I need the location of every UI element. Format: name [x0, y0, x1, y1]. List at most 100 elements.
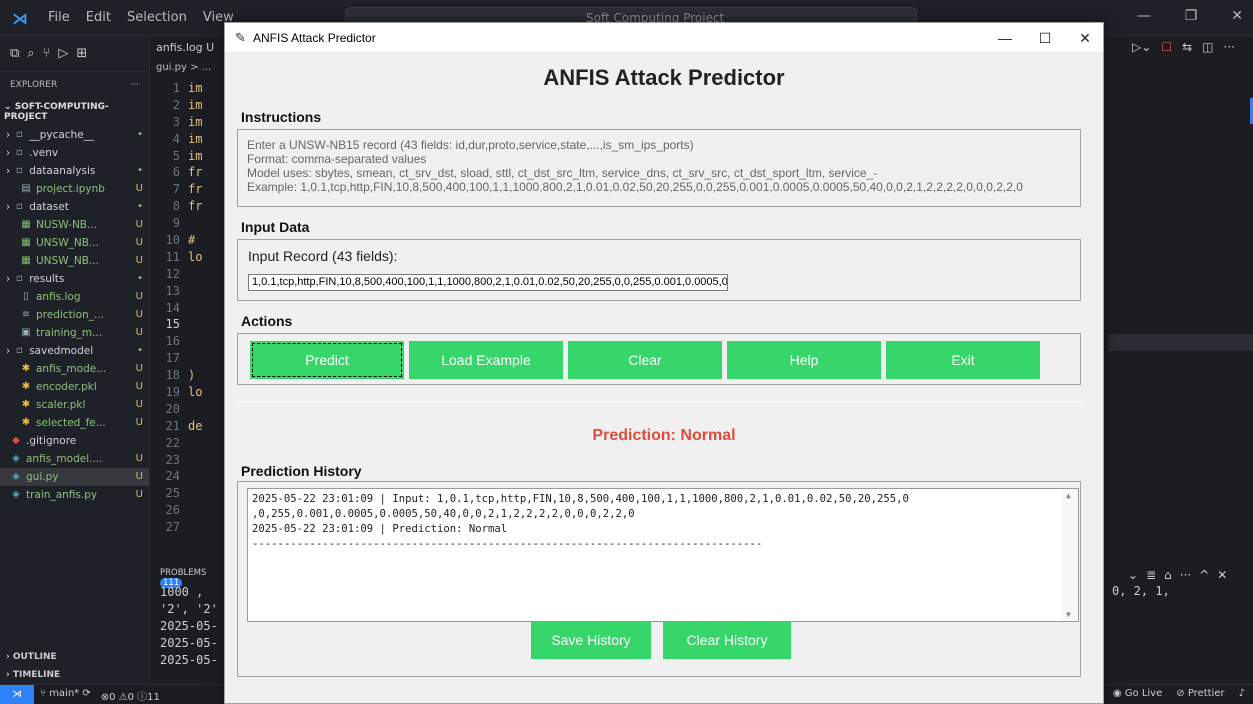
separator — [237, 401, 1085, 402]
minimize-button[interactable]: — — [985, 23, 1025, 53]
tree-item-label: encoder.pkl — [36, 381, 97, 393]
panel-actions: ⌄ ≣ ⌂ ··· ^ ✕ — [1108, 566, 1253, 584]
tree-item-label: savedmodel — [29, 345, 94, 357]
more-icon[interactable]: ··· — [1223, 40, 1234, 58]
tree-item[interactable]: › ▫ results • — [0, 270, 149, 288]
chevron-icon: › — [6, 345, 11, 357]
tree-item[interactable]: ▤ project.ipynb U — [0, 180, 149, 198]
timeline-section[interactable]: › TIMELINE — [0, 666, 150, 684]
restore-icon[interactable]: ❐ — [1185, 8, 1198, 24]
chevron-icon: › — [6, 273, 11, 285]
scroll-up-icon[interactable]: ▲ — [1066, 491, 1071, 500]
notebook-icon: ▤ — [21, 183, 31, 194]
tree-item[interactable]: › ▫ .venv — [0, 144, 149, 162]
close-icon[interactable]: ✕ — [1217, 568, 1227, 584]
tree-item[interactable]: ✱ scaler.pkl U — [0, 396, 149, 414]
code-editor[interactable]: 1 im 2 im 3 im 4 im 5 im 6 fr 7 fr 8 fr 9 10 #11 lo 12 13 14 15… — [150, 80, 230, 560]
branch-status[interactable]: ⑂ main* ⟳ — [40, 688, 91, 703]
terminal-output: 1000 , '2', '2' 2025-05- 2025-05- 2025-05- — [150, 584, 230, 669]
load-example-button[interactable]: Load Example — [409, 341, 563, 379]
csv-icon: ▦ — [21, 237, 31, 248]
tree-item[interactable]: ◈ anfis_model.... U — [0, 450, 149, 468]
sidebar-bottom-sections: › OUTLINE › TIMELINE — [0, 648, 150, 684]
tree-item[interactable]: ≡ prediction_... U — [0, 306, 149, 324]
code-line: 26 — [150, 502, 230, 519]
predict-button[interactable]: Predict — [250, 341, 404, 379]
run-icon[interactable]: ▷⌄ — [1132, 40, 1151, 58]
input-data-box: Input Record (43 fields): 1,0.1,tcp,http… — [237, 239, 1081, 301]
text-icon: ≡ — [21, 309, 31, 320]
editor-tab[interactable]: anfis.log U — [150, 36, 230, 58]
project-root[interactable]: ⌄ SOFT-COMPUTING-PROJECT — [0, 98, 149, 126]
list-icon[interactable]: ≣ — [1146, 568, 1156, 584]
tree-item[interactable]: ✱ selected_fe... U — [0, 414, 149, 432]
scroll-down-icon[interactable]: ▼ — [1066, 610, 1071, 619]
help-button[interactable]: Help — [727, 341, 881, 379]
tree-item[interactable]: › ▫ dataanalysis • — [0, 162, 149, 180]
tree-item[interactable]: › ▫ savedmodel • — [0, 342, 149, 360]
tree-item[interactable]: ▦ UNSW_NB... U — [0, 252, 149, 270]
line-number: 10 — [165, 233, 180, 248]
bell-icon[interactable]: ♪ — [1239, 688, 1245, 699]
split-icon[interactable]: ◫ — [1202, 40, 1213, 58]
minimize-icon[interactable]: — — [1137, 8, 1151, 24]
clear-button[interactable]: Clear — [568, 341, 722, 379]
remote-icon[interactable]: ⋊ — [0, 685, 34, 704]
chevron-down-icon[interactable]: ⌄ — [1128, 568, 1138, 584]
files-icon[interactable]: ⧉ — [10, 46, 19, 61]
git-status-badge: U — [135, 471, 143, 482]
save-history-button[interactable]: Save History — [531, 621, 651, 659]
tree-item-label: dataset — [29, 201, 69, 213]
history-text-area[interactable]: 2025-05-22 23:01:09 | Input: 1,0.1,tcp,h… — [247, 488, 1079, 622]
git-status-badge: • — [137, 273, 143, 284]
menu-edit[interactable]: Edit — [86, 10, 111, 25]
instructions-text: Enter a UNSW-NB15 record (43 fields: id,… — [238, 130, 1080, 194]
clear-history-button[interactable]: Clear History — [663, 621, 791, 659]
more-icon[interactable]: ··· — [130, 80, 139, 90]
tree-item-label: NUSW-NB... — [36, 219, 98, 231]
close-button[interactable]: ✕ — [1065, 23, 1105, 53]
folder-icon: ▫ — [15, 147, 23, 158]
search-icon[interactable]: ⌕ — [27, 46, 34, 61]
tree-item[interactable]: ◈ gui.py U — [0, 468, 149, 486]
tree-item[interactable]: ✱ anfis_mode... U — [0, 360, 149, 378]
menu-selection[interactable]: Selection — [127, 10, 187, 25]
tree-item-label: anfis_model.... — [26, 453, 103, 465]
terminal-line: '2', '2' — [160, 602, 218, 616]
actions-box: Predict Load Example Clear Help Exit — [237, 333, 1081, 385]
history-scrollbar[interactable]: ▲ ▼ — [1062, 489, 1078, 621]
tree-item[interactable]: ✱ encoder.pkl U — [0, 378, 149, 396]
line-number: 12 — [165, 266, 180, 281]
stop-icon[interactable]: ☐ — [1161, 40, 1172, 58]
extensions-icon[interactable]: ⊞ — [76, 46, 87, 61]
chevron-icon: › — [6, 147, 11, 159]
code-text: de — [188, 418, 203, 433]
tree-item[interactable]: › ▫ dataset • — [0, 198, 149, 216]
tree-item[interactable]: ▦ UNSW_NB... U — [0, 234, 149, 252]
exit-button[interactable]: Exit — [886, 341, 1040, 379]
input-record-field[interactable]: 1,0.1,tcp,http,FIN,10,8,500,400,100,1,1,… — [248, 274, 728, 291]
code-line: 9 — [150, 215, 230, 232]
tree-item[interactable]: ▣ training_m... U — [0, 324, 149, 342]
prettier-status[interactable]: ⊘ Prettier — [1176, 688, 1224, 699]
menu-file[interactable]: File — [48, 10, 70, 25]
more-icon[interactable]: ··· — [1180, 568, 1191, 584]
lock-icon[interactable]: ⌂ — [1164, 568, 1172, 584]
problems-status[interactable]: ⊗0 ⚠0 ⓘ11 — [101, 688, 160, 703]
run-icon[interactable]: ▷ — [58, 46, 68, 61]
panel-tab-problems[interactable]: PROBLEMS 111 — [150, 568, 230, 588]
line-number: 11 — [165, 249, 180, 264]
outline-section[interactable]: › OUTLINE — [0, 648, 150, 666]
source-control-icon[interactable]: ⑂ — [43, 46, 51, 61]
tree-item[interactable]: ◈ train_anfis.py U — [0, 486, 149, 504]
close-icon[interactable]: ✕ — [1231, 8, 1243, 24]
tree-item[interactable]: ▯ anfis.log U — [0, 288, 149, 306]
tree-item[interactable]: ▦ NUSW-NB... U — [0, 216, 149, 234]
go-live-status[interactable]: ◉ Go Live — [1113, 688, 1162, 699]
breadcrumb[interactable]: gui.py > ... — [150, 58, 230, 76]
tree-item[interactable]: › ▫ __pycache__ • — [0, 126, 149, 144]
chevron-up-icon[interactable]: ^ — [1199, 568, 1209, 584]
maximize-button[interactable]: ☐ — [1025, 23, 1065, 53]
tree-item[interactable]: ◆ .gitignore — [0, 432, 149, 450]
compare-icon[interactable]: ⇆ — [1182, 40, 1192, 58]
